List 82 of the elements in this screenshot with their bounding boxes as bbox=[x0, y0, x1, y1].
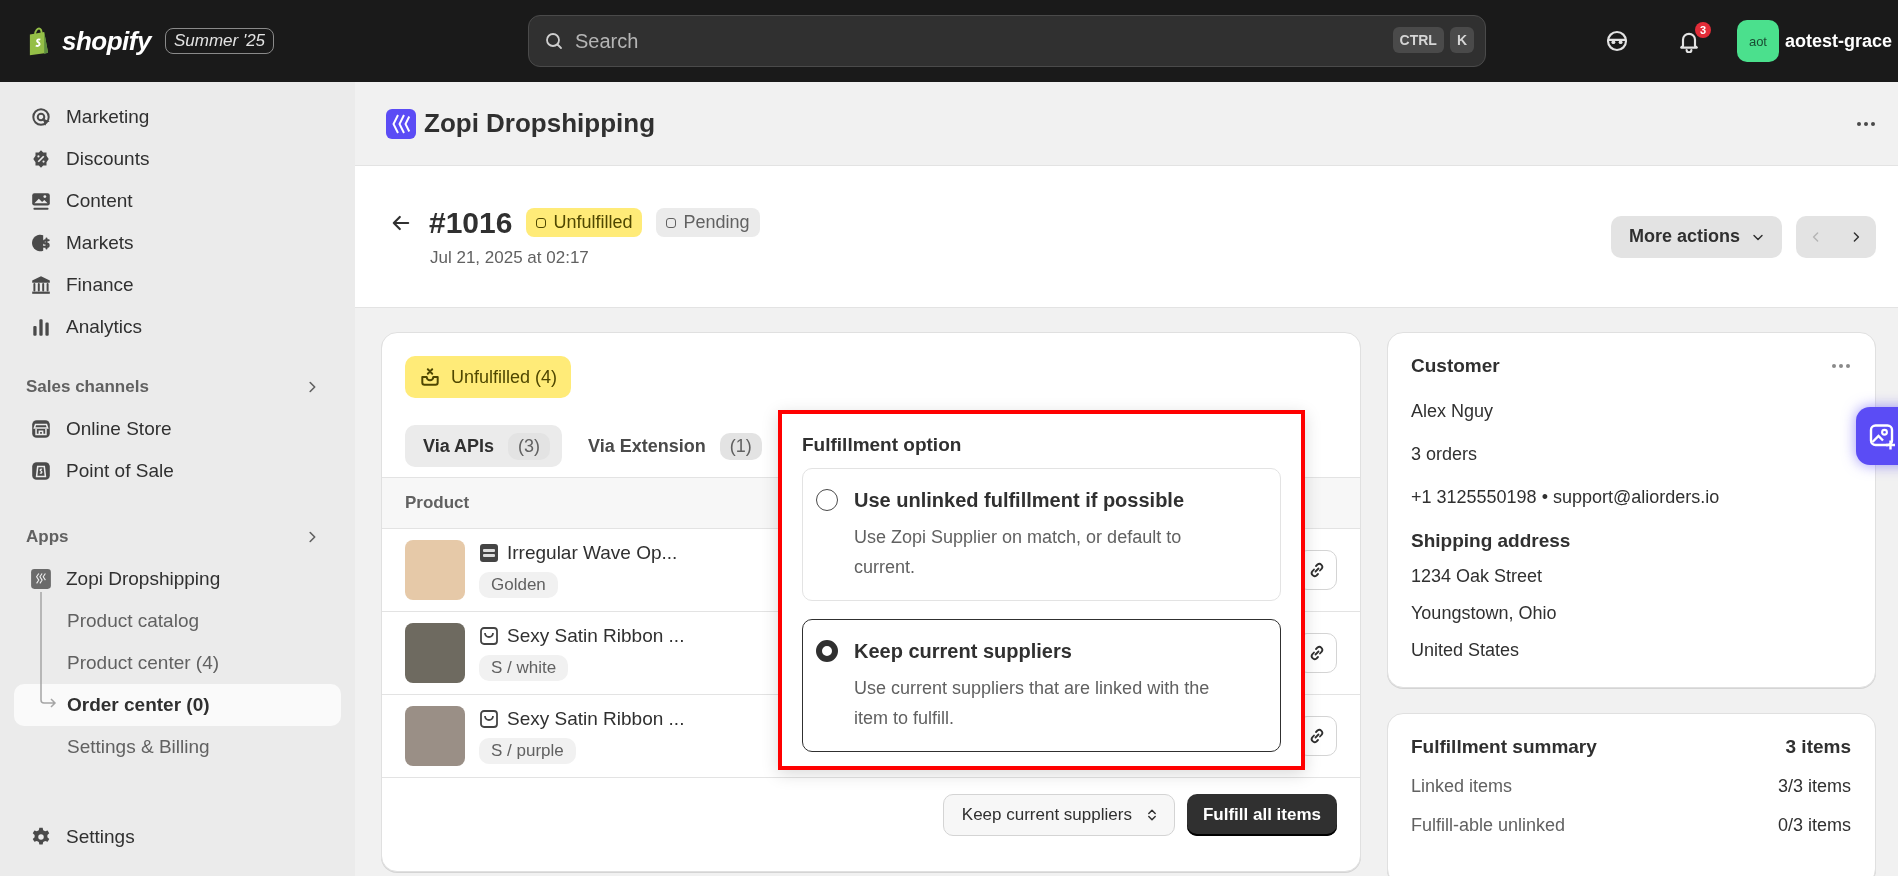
sidebar-item[interactable]: Discounts bbox=[14, 138, 341, 180]
item-total: 3 items bbox=[1785, 736, 1851, 758]
sidebar-item[interactable]: Settings bbox=[14, 816, 341, 858]
section-heading: Apps bbox=[26, 527, 69, 547]
avatar[interactable]: aot bbox=[1736, 20, 1779, 62]
search-icon bbox=[544, 31, 564, 51]
sidebar-item[interactable]: Marketing bbox=[14, 96, 341, 138]
option-title: Use unlinked fulfillment if possible bbox=[854, 489, 1186, 512]
more-options-icon[interactable] bbox=[1831, 363, 1851, 369]
status-badge: Unfulfilled bbox=[526, 208, 643, 237]
target-cursor-icon bbox=[30, 106, 52, 128]
section-heading: Sales channels bbox=[26, 377, 149, 397]
app-tile-icon bbox=[30, 568, 52, 590]
sidebar-item[interactable]: Zopi Dropshipping bbox=[14, 558, 341, 600]
sidebar-subitem[interactable]: Settings & Billing bbox=[14, 726, 341, 768]
photo-placeholder bbox=[405, 623, 465, 683]
tab[interactable]: Via Extension (1) bbox=[570, 425, 774, 467]
product-name[interactable]: Sexy Satin Ribbon ... bbox=[507, 625, 685, 647]
summary-value: 0/3 items bbox=[1777, 815, 1851, 836]
summary-label: Linked items bbox=[1411, 776, 1513, 797]
option-description: Use current suppliers that are linked with the item to fulfill. bbox=[854, 677, 1211, 730]
user-name[interactable]: aotest-grace bbox=[1784, 30, 1892, 52]
sidebar-item[interactable]: Online Store bbox=[14, 408, 341, 450]
radio-button[interactable] bbox=[816, 640, 838, 662]
brand-wordmark[interactable]: shopify bbox=[62, 25, 151, 57]
product-name[interactable]: Irregular Wave Op... bbox=[507, 542, 678, 564]
bank-icon bbox=[30, 274, 52, 296]
gear-icon bbox=[30, 826, 52, 848]
sidebar-subitem[interactable]: Product catalog bbox=[14, 600, 341, 642]
photo-placeholder bbox=[405, 540, 465, 600]
sidebar-item[interactable]: Content bbox=[14, 180, 341, 222]
popover-title: Fulfillment option bbox=[802, 434, 963, 456]
app-logo-icon bbox=[386, 108, 416, 139]
image-add-icon bbox=[1868, 421, 1898, 451]
sidebar-subitem[interactable]: Product center (4) bbox=[14, 642, 341, 684]
summary-value: 3/3 items bbox=[1777, 776, 1851, 797]
sidekick-face-icon[interactable] bbox=[1604, 29, 1629, 53]
section-heading: Shipping address bbox=[1411, 530, 1572, 552]
variant-tag: Golden bbox=[479, 572, 558, 598]
bar-chart-icon bbox=[30, 316, 52, 338]
order-count[interactable]: 3 orders bbox=[1411, 444, 1851, 465]
customer-name[interactable]: Alex Nguy bbox=[1411, 401, 1851, 422]
sidebar-item[interactable]: Finance bbox=[14, 264, 341, 306]
more-actions-button[interactable]: More actions bbox=[1610, 215, 1782, 258]
sidebar-item[interactable]: Markets bbox=[14, 222, 341, 264]
radio-button[interactable] bbox=[816, 489, 838, 511]
option-title: Keep current suppliers bbox=[854, 640, 1073, 663]
storefront-icon bbox=[30, 418, 52, 440]
option-description: Use Zopi Supplier on match, or default to current. bbox=[854, 526, 1183, 579]
address-line: Youngstown, Ohio bbox=[1411, 603, 1558, 624]
shopping-bag-icon bbox=[30, 460, 52, 482]
tab[interactable]: Via APIs (3) bbox=[405, 425, 563, 467]
option-card[interactable]: Keep current suppliers Use current suppliers that are linked with the item to fulfill. bbox=[802, 619, 1281, 752]
inbox-x-icon bbox=[419, 366, 441, 388]
fulfill-all-button[interactable]: Fulfill all items bbox=[1186, 794, 1337, 836]
order-date: Jul 21, 2025 at 02:17 bbox=[430, 247, 590, 268]
product-name[interactable]: Sexy Satin Ribbon ... bbox=[507, 708, 685, 730]
globe-dollar-icon bbox=[30, 232, 52, 254]
order-number: #1016 bbox=[429, 205, 513, 240]
option-card[interactable]: Use unlinked fulfillment if possible Use Zopi Supplier on match, or default to current. bbox=[802, 468, 1281, 601]
address-line: United States bbox=[1411, 640, 1521, 661]
variant-tag: S / purple bbox=[479, 738, 576, 764]
sidebar-item[interactable]: Analytics bbox=[14, 306, 341, 348]
fulfillment-status-badge: Unfulfilled (4) bbox=[405, 356, 572, 398]
edition-badge[interactable]: Summer '25 bbox=[164, 28, 275, 54]
sidebar-item[interactable]: Point of Sale bbox=[14, 450, 341, 492]
app-title: Zopi Dropshipping bbox=[424, 108, 656, 139]
summary-label: Fulfill-able unlinked bbox=[1411, 815, 1566, 836]
column-header: Product bbox=[405, 493, 470, 513]
monitor-image-icon bbox=[30, 190, 52, 212]
supplier-select[interactable]: Keep current suppliers bbox=[942, 794, 1175, 836]
keyboard-key: CTRL bbox=[1392, 27, 1444, 53]
notification-count: 3 bbox=[1694, 22, 1711, 38]
variant-tag: S / white bbox=[479, 655, 569, 681]
sidebar-subitem[interactable]: Order center (0) bbox=[14, 684, 341, 726]
contact-info: +1 3125550198 • support@aliorders.io bbox=[1411, 487, 1721, 508]
address-line: 1234 Oak Street bbox=[1411, 566, 1544, 587]
photo-placeholder bbox=[405, 706, 465, 766]
more-options-icon[interactable] bbox=[1856, 120, 1876, 127]
card-title: Customer bbox=[1411, 355, 1500, 377]
status-badge: Pending bbox=[656, 208, 760, 237]
card-title: Fulfillment summary bbox=[1411, 736, 1597, 758]
